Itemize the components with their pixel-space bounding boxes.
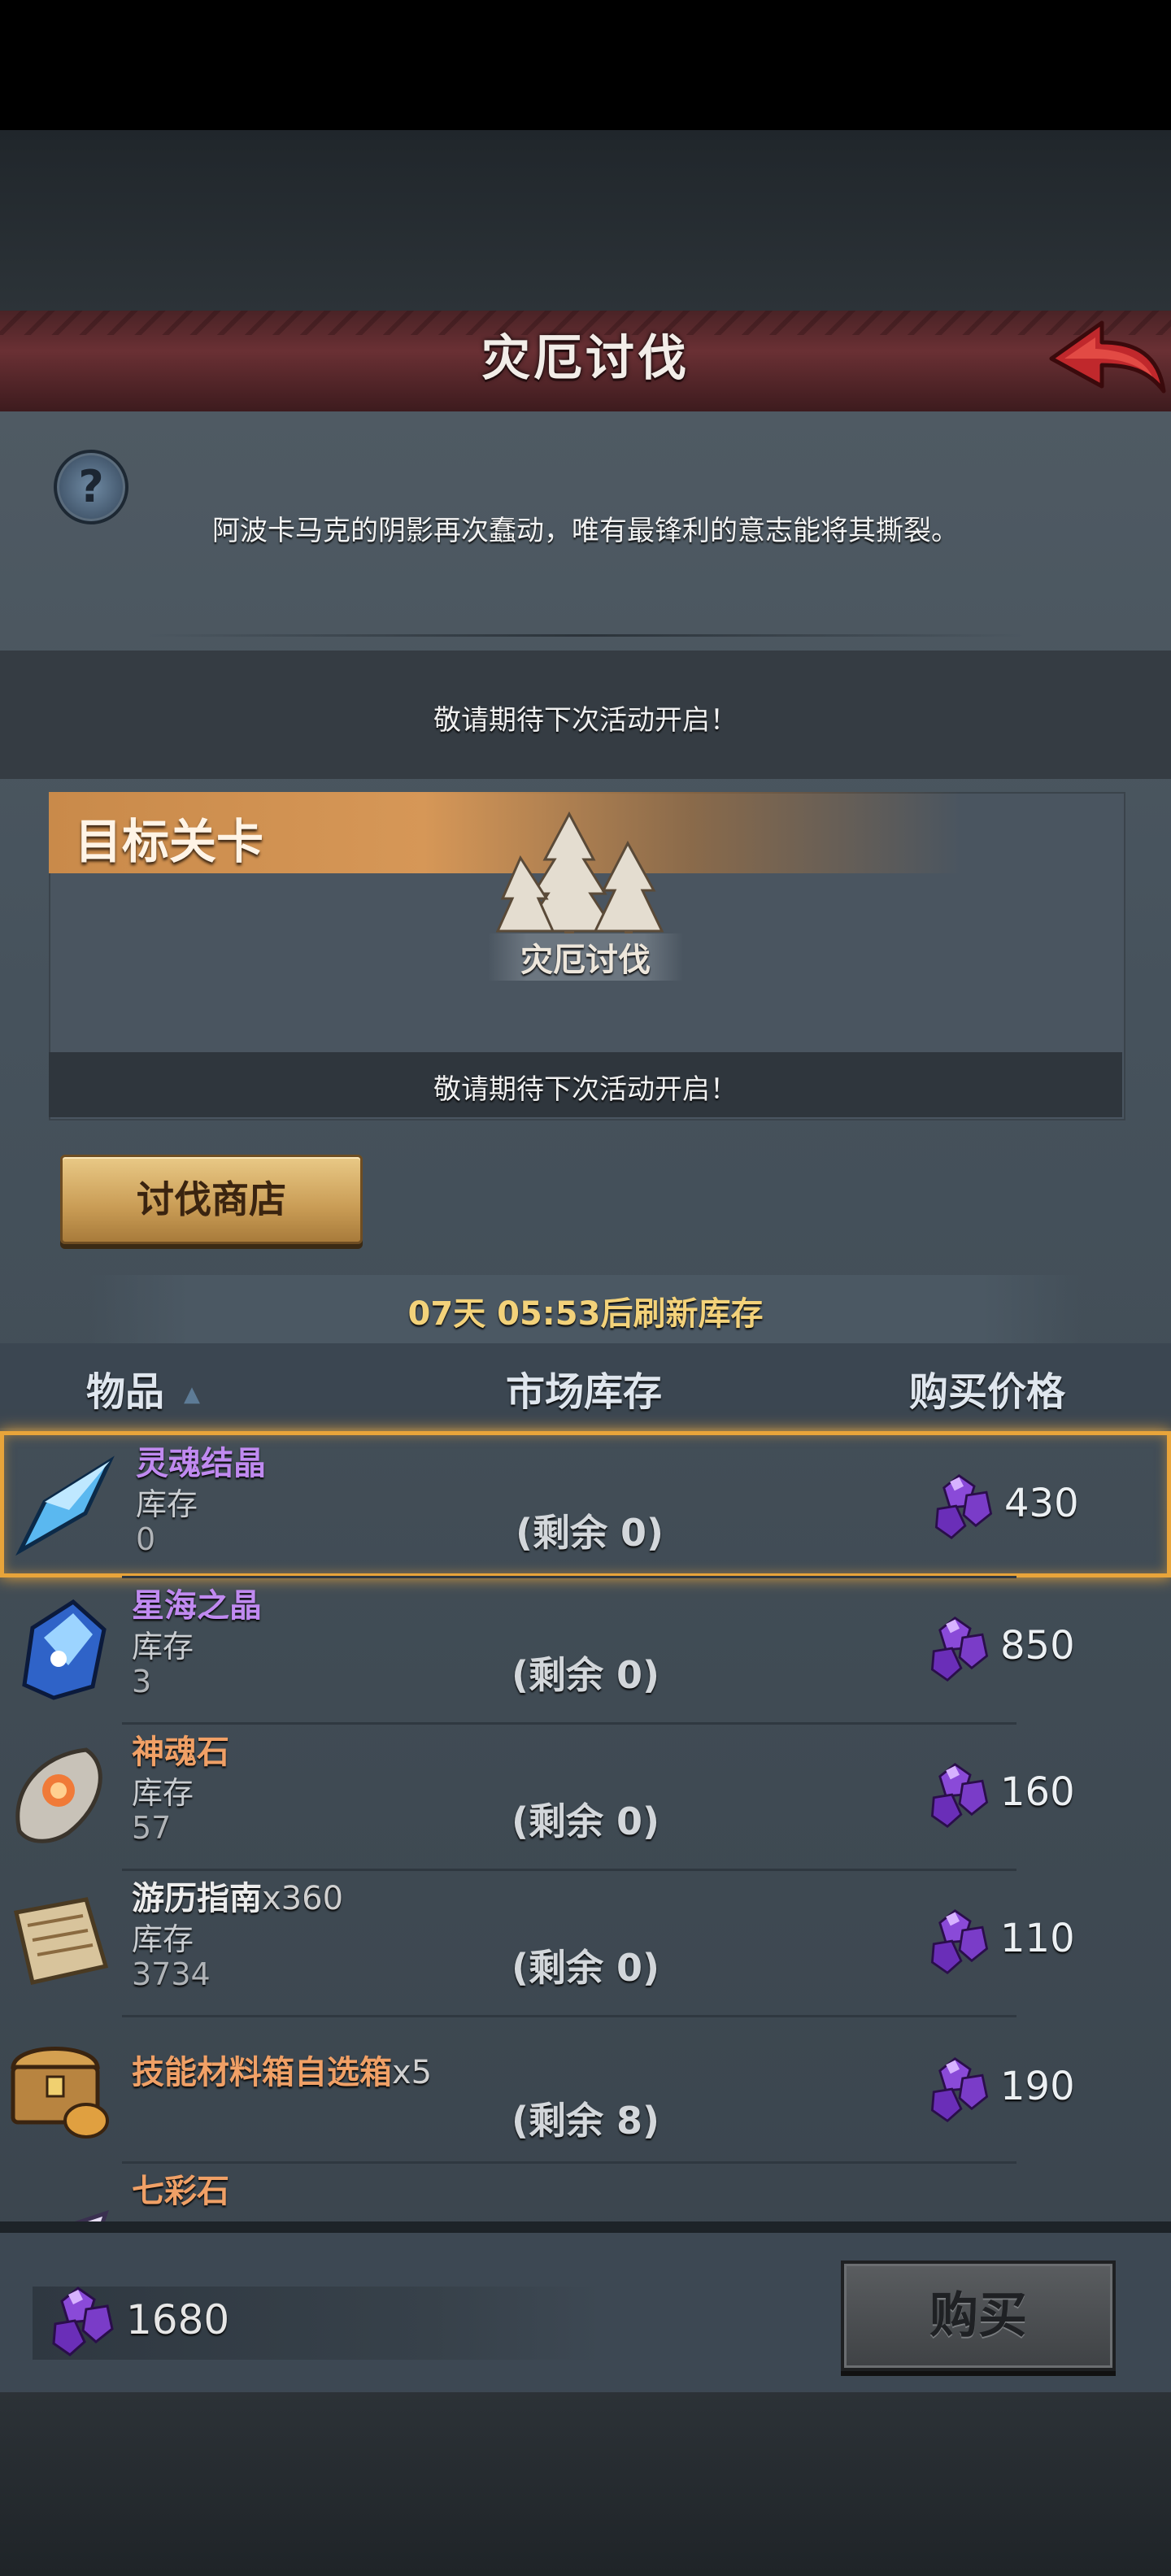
treasure-chest-icon: [11, 2047, 109, 2139]
shop-button[interactable]: 讨伐商店: [60, 1155, 363, 1244]
item-name: 星海之晶: [132, 1587, 262, 1625]
target-stage-title: 目标关卡: [75, 814, 264, 869]
row-separator: [122, 2161, 1016, 2164]
remaining-stock: (剩余 8): [511, 2099, 660, 2143]
stock-value: 57: [132, 1810, 172, 1846]
refresh-countdown: 07天 05:53后刷新库存: [407, 1295, 764, 1333]
remaining-stock: (剩余 0): [515, 1511, 664, 1555]
item-price: 190: [1000, 2064, 1075, 2109]
event-description: 阿波卡马克的阴影再次蠢动，唯有最锋利的意志能将其撕裂。: [212, 515, 959, 547]
back-button[interactable]: [1045, 313, 1167, 402]
stock-label: 库存: [132, 1629, 194, 1664]
row-separator: [122, 1576, 1016, 1578]
purple-gem-icon: [929, 1908, 990, 1976]
page-title: 灾厄讨伐: [481, 330, 690, 387]
scroll-icon: [13, 1897, 109, 1985]
stock-value: 3734: [132, 1956, 211, 1992]
shop-item-row[interactable]: 灵魂结晶库存 0 (剩余 0) 430: [0, 1431, 1171, 1577]
buy-button[interactable]: 购买: [841, 2261, 1116, 2371]
column-item-header[interactable]: 物品: [86, 1360, 164, 1416]
rainbow-stone-icon: [75, 2210, 109, 2221]
item-name: 七彩石: [132, 2173, 229, 2210]
remaining-stock: (剩余 0): [511, 1653, 660, 1697]
event-notice: 敬请期待下次活动开启！: [433, 704, 738, 737]
purple-gem-icon: [933, 1473, 995, 1541]
row-separator: [122, 1722, 1016, 1725]
remaining-stock: (剩余 0): [511, 1946, 660, 1990]
stock-label: 库存: [132, 1921, 194, 1957]
bottom-background: [0, 2392, 1171, 2576]
stock-label: 库存: [136, 1486, 198, 1522]
soul-stone-icon: [15, 1747, 102, 1843]
row-separator: [122, 2015, 1016, 2017]
header-background: [0, 130, 1171, 311]
shop-item-row[interactable]: 七彩石: [0, 2163, 1171, 2221]
column-stock-header[interactable]: 市场库存: [506, 1360, 662, 1416]
shop-item-row[interactable]: 游历指南x360 库存 3734 (剩余 0) 110: [0, 1870, 1171, 2017]
list-bottom-edge: [0, 2221, 1171, 2233]
crystal-shard-icon: [15, 1456, 115, 1556]
item-name: 灵魂结晶: [136, 1445, 266, 1482]
shop-item-row[interactable]: 神魂石库存 57 (剩余 0) 160: [0, 1724, 1171, 1870]
sort-arrow-icon[interactable]: ▲: [184, 1382, 200, 1407]
item-price: 160: [1000, 1769, 1075, 1815]
target-stage-name: 灾厄讨伐: [488, 933, 683, 981]
stock-label: 库存: [132, 1775, 194, 1811]
column-price-header[interactable]: 购买价格: [909, 1360, 1065, 1416]
item-price: 850: [1000, 1623, 1075, 1669]
back-arrow-icon: [1049, 320, 1166, 394]
item-name: 游历指南x360: [132, 1880, 344, 1917]
status-bar-area: [0, 0, 1171, 130]
currency-balance: 1680: [126, 2296, 230, 2343]
purple-gem-icon: [50, 2285, 115, 2358]
row-separator: [122, 1869, 1016, 1871]
stock-value: 3: [132, 1664, 152, 1699]
divider: [146, 634, 1025, 637]
balance-band: [33, 2287, 602, 2360]
stock-value: 0: [136, 1521, 156, 1557]
item-price: 110: [1000, 1916, 1075, 1961]
star-sea-crystal-icon: [22, 1599, 107, 1700]
item-price: 430: [1004, 1481, 1079, 1526]
purple-gem-icon: [929, 2056, 990, 2124]
shop-item-row[interactable]: 技能材料箱自选箱x5 (剩余 8) 190: [0, 2017, 1171, 2163]
purple-gem-icon: [929, 1615, 990, 1683]
purple-gem-icon: [929, 1761, 990, 1830]
remaining-stock: (剩余 0): [511, 1799, 660, 1843]
shop-item-row[interactable]: 星海之晶库存 3 (剩余 0) 850: [0, 1577, 1171, 1724]
item-name: 神魂石: [132, 1734, 229, 1771]
target-notice: 敬请期待下次活动开启！: [433, 1073, 738, 1106]
item-name: 技能材料箱自选箱x5: [132, 2054, 433, 2091]
